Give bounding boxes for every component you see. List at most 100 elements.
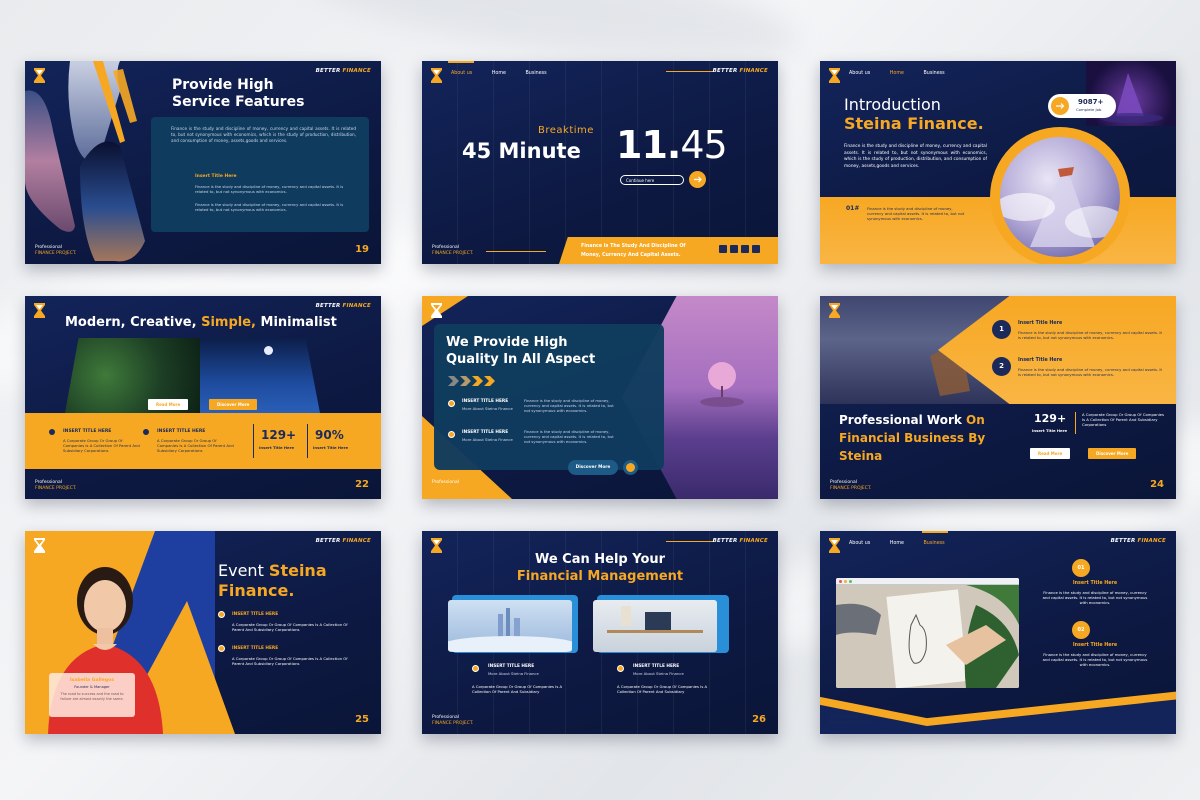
read-more-button[interactable]: Read More bbox=[1030, 448, 1071, 459]
insert-subtitle: More About Steina Finance bbox=[462, 437, 513, 442]
text-card: Finance is the study and discipline of m… bbox=[151, 117, 369, 232]
nav-item-home[interactable]: Home bbox=[492, 71, 506, 76]
arrow-button[interactable] bbox=[623, 460, 638, 475]
insert-title: INSERT TITLE HERE bbox=[462, 430, 509, 435]
nav-item-home[interactable]: Home bbox=[890, 541, 904, 546]
stat-pill: 9087+ Complete Job bbox=[1048, 94, 1116, 118]
footer-label: Professional FINANCE PROJECT. bbox=[830, 480, 872, 491]
divider bbox=[666, 71, 714, 72]
slide-27[interactable]: About us Home Business BETTER FINANCE 01… bbox=[820, 531, 1176, 734]
time-display: 11.45 bbox=[616, 123, 728, 167]
bullet-icon bbox=[448, 431, 455, 438]
insert-title: Insert Title Here bbox=[1072, 643, 1118, 648]
step-number: 01 bbox=[1072, 559, 1090, 577]
nav-indicator bbox=[448, 61, 474, 63]
footer-label: Professional FINANCE PROJECT. bbox=[35, 480, 77, 491]
hourglass-logo-icon bbox=[431, 68, 442, 83]
read-more-button[interactable]: Read More bbox=[148, 399, 189, 410]
facebook-icon[interactable] bbox=[730, 245, 738, 253]
nav-item-business[interactable]: Business bbox=[923, 541, 944, 546]
breaktime-label: Breaktime bbox=[538, 125, 594, 136]
paragraph: A Corporate Group Or Group Of Companies … bbox=[232, 656, 348, 666]
brand-logo: BETTER FINANCE bbox=[712, 68, 768, 74]
continue-input[interactable]: Continue here bbox=[620, 175, 684, 185]
skyline-fog-photo bbox=[448, 600, 572, 652]
quote-card: Isabella Gallegos Founder & Manager The … bbox=[49, 673, 135, 717]
divider bbox=[486, 251, 546, 252]
pinterest-icon[interactable] bbox=[719, 245, 727, 253]
bullet-icon bbox=[617, 665, 624, 672]
brand-logo: BETTER FINANCE bbox=[315, 68, 371, 74]
slide-25[interactable]: Isabella Gallegos Founder & Manager The … bbox=[25, 531, 381, 734]
nav-menu: About us Home Business bbox=[451, 71, 565, 76]
linkedin-icon[interactable] bbox=[752, 245, 760, 253]
nav-item-about[interactable]: About us bbox=[849, 541, 870, 546]
slide-title: Professional Work On bbox=[839, 413, 985, 427]
nav-menu: About us Home Business bbox=[849, 541, 963, 546]
clouds-staircase-photo bbox=[1000, 137, 1120, 257]
slide-title: Service Features bbox=[172, 94, 305, 110]
hourglass-logo-icon bbox=[431, 303, 442, 318]
banner-text: Finance Is The Study And Discipline Of M… bbox=[581, 244, 686, 258]
insert-title: INSERT TITLE HERE bbox=[462, 399, 509, 404]
hourglass-logo-icon bbox=[829, 538, 840, 553]
paragraph: Finance is the study and discipline of m… bbox=[524, 429, 614, 444]
insert-title: INSERT TITLE HERE bbox=[232, 646, 279, 651]
minute-heading: 45 Minute bbox=[462, 139, 581, 163]
stat-label: Insert Title Here bbox=[259, 445, 295, 450]
page-number: 24 bbox=[1150, 479, 1164, 490]
slide-22[interactable]: BETTER FINANCE Modern, Creative, Simple,… bbox=[25, 296, 381, 499]
person-role: Founder & Manager bbox=[74, 685, 110, 689]
arrow-button[interactable] bbox=[689, 171, 706, 188]
nav-item-home[interactable]: Home bbox=[890, 71, 904, 76]
nav-item-business[interactable]: Business bbox=[923, 71, 944, 76]
slide-19[interactable]: BETTER FINANCE Provide High Service Feat… bbox=[25, 61, 381, 264]
divider bbox=[666, 541, 714, 542]
nav-item-about[interactable]: About us bbox=[849, 71, 870, 76]
paragraph: Finance is the study and discipline of m… bbox=[1018, 367, 1163, 377]
slide-24[interactable]: 1 Insert Title Here Finance is the study… bbox=[820, 296, 1176, 499]
nav-item-business[interactable]: Business bbox=[525, 71, 546, 76]
paragraph: Finance is the study and discipline of m… bbox=[195, 202, 344, 212]
slide-title: We Can Help Your bbox=[534, 552, 666, 567]
brand-logo: BETTER FINANCE bbox=[315, 303, 371, 309]
discover-more-button[interactable]: Discover More bbox=[1088, 448, 1137, 459]
page-number: 25 bbox=[355, 714, 369, 725]
page-number: 19 bbox=[355, 244, 369, 255]
step-number: 02 bbox=[1072, 621, 1090, 639]
slide-20[interactable]: About us Home Business BETTER FINANCE Br… bbox=[422, 61, 778, 264]
hourglass-logo-icon bbox=[829, 68, 840, 83]
person-name: Isabella Gallegos bbox=[69, 678, 115, 683]
nav-menu: About us Home Business bbox=[849, 71, 963, 76]
paragraph: Finance is the study and discipline of m… bbox=[1042, 652, 1148, 667]
slide-23[interactable]: We Provide High Quality In All Aspect IN… bbox=[422, 296, 778, 499]
paragraph: Finance is the study and discipline of m… bbox=[1018, 330, 1163, 340]
brand-logo: BETTER FINANCE bbox=[712, 538, 768, 544]
stat-label: Insert Title Here bbox=[313, 445, 349, 450]
slide-21[interactable]: About us Home Business Introduction Stei… bbox=[820, 61, 1176, 264]
paragraph: Finance is the study and discipline of m… bbox=[524, 398, 614, 413]
slide-title-accent: Steina bbox=[839, 449, 883, 463]
paragraph: Finance is the study and discipline of m… bbox=[195, 184, 344, 194]
nav-indicator bbox=[922, 531, 948, 533]
insert-title: INSERT TITLE HERE bbox=[232, 612, 279, 617]
footer-label: Professional FINANCE PROJECT. bbox=[432, 245, 474, 256]
slide-title-accent: Financial Business By bbox=[839, 431, 986, 445]
nav-item-about[interactable]: About us bbox=[451, 71, 472, 76]
hourglass-logo-icon bbox=[34, 303, 45, 318]
browser-window bbox=[836, 578, 1019, 688]
brand-logo: BETTER FINANCE bbox=[315, 538, 371, 544]
discover-more-button[interactable]: Discover More bbox=[209, 399, 258, 410]
discover-more-button[interactable]: Discover More bbox=[568, 460, 618, 475]
slide-title: Quality In All Aspect bbox=[446, 352, 596, 367]
bullet-icon bbox=[218, 611, 225, 618]
insert-title: Insert Title Here bbox=[195, 174, 237, 179]
insert-title: INSERT TITLE HERE bbox=[157, 429, 206, 434]
check-icon bbox=[143, 429, 149, 435]
bullet-icon bbox=[448, 400, 455, 407]
page-number: 22 bbox=[355, 479, 369, 490]
footer-label: Professional FINANCE PROJECT. bbox=[35, 245, 77, 256]
slide-26[interactable]: BETTER FINANCE We Can Help Your Financia… bbox=[422, 531, 778, 734]
twitter-icon[interactable] bbox=[741, 245, 749, 253]
hourglass-logo-icon bbox=[34, 538, 45, 553]
